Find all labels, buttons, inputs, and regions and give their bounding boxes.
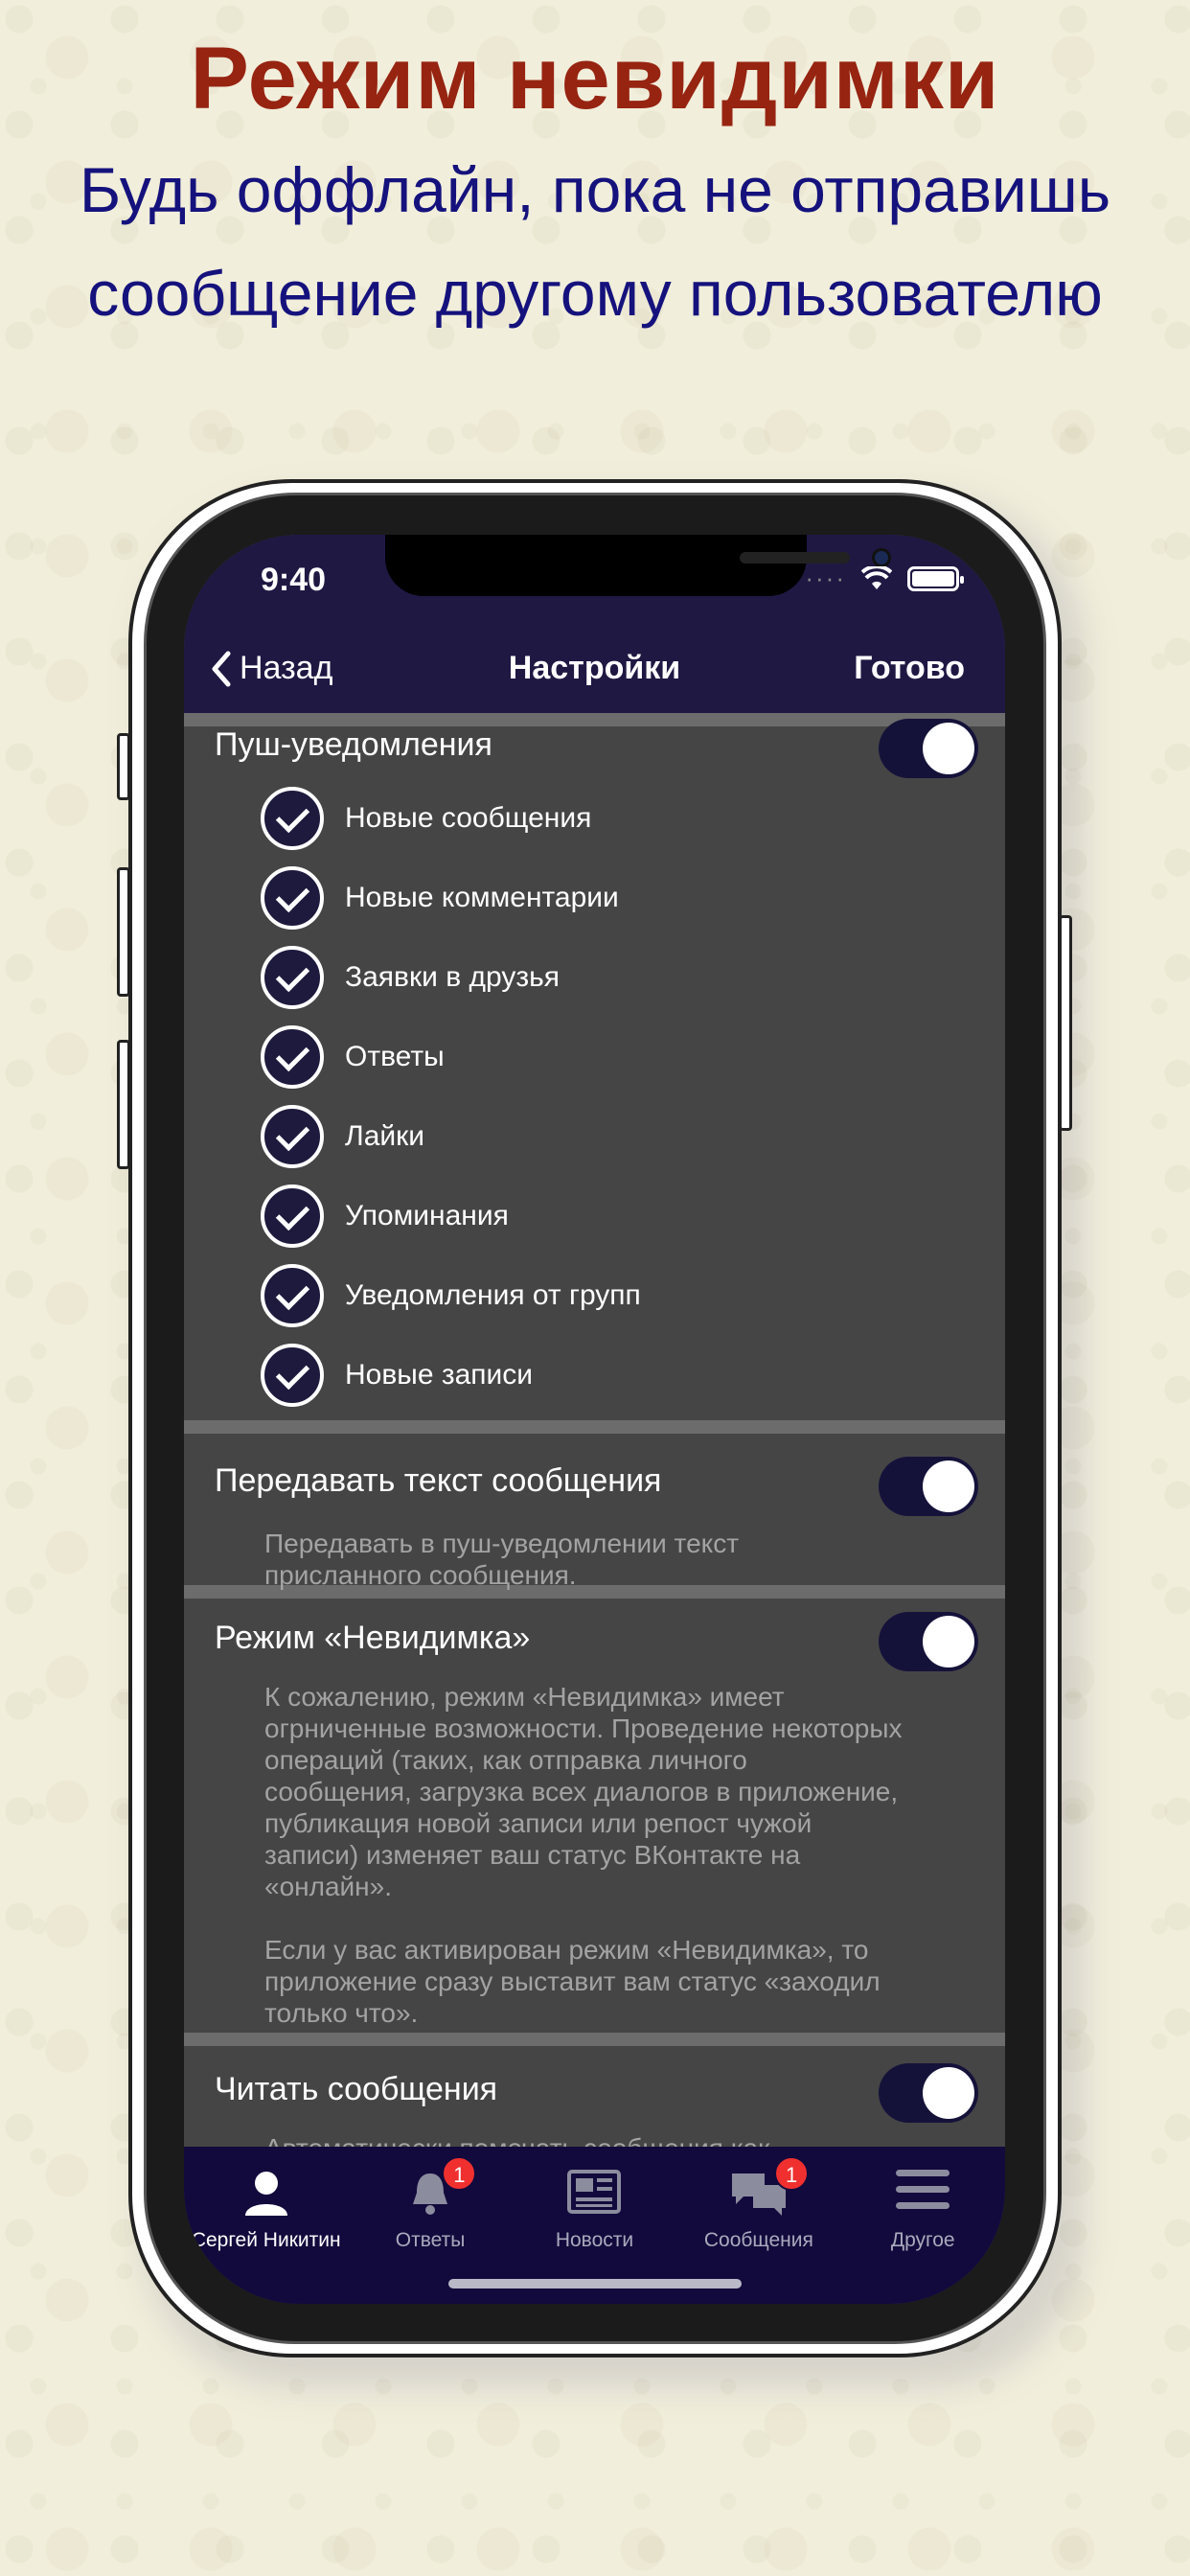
newspaper-icon [513, 2168, 676, 2221]
read-desc: Автоматически помечать сообщения как [264, 2132, 769, 2147]
phone-volume-down [117, 1040, 130, 1169]
push-checklist: Новые сообщения Новые комментарии Заявки… [184, 778, 1005, 1414]
push-section: Пуш-уведомления Новые сообщения Новые ко… [184, 719, 1005, 1420]
battery-icon [907, 565, 964, 591]
check-row[interactable]: Заявки в друзья [184, 937, 1005, 1017]
send-text-section: Передавать текст сообщения Передавать в … [184, 1434, 1005, 1590]
notification-badge: 1 [774, 2156, 810, 2191]
home-indicator[interactable] [448, 2279, 742, 2288]
phone-volume-up [117, 867, 130, 997]
check-row[interactable]: Упоминания [184, 1176, 1005, 1255]
phone-mute-switch [117, 733, 130, 800]
check-row[interactable]: Новые записи [184, 1335, 1005, 1414]
tab-profile[interactable]: Сергей Никитин [184, 2147, 348, 2304]
checkmark-icon[interactable] [261, 1024, 324, 1089]
check-label: Упоминания [345, 1199, 509, 1231]
nav-bar: Назад Настройки Готово [184, 631, 1005, 711]
tab-other[interactable]: Другое [841, 2147, 1005, 2304]
promo-title: Режим невидимки [190, 30, 1000, 127]
speaker [740, 552, 850, 564]
read-toggle[interactable] [879, 2063, 978, 2123]
checkmark-icon[interactable] [261, 1104, 324, 1168]
invisible-toggle[interactable] [879, 1612, 978, 1671]
check-row[interactable]: Новые сообщения [184, 778, 1005, 858]
push-label: Пуш-уведомления [215, 726, 492, 763]
check-row[interactable]: Ответы [184, 1017, 1005, 1096]
tab-label: Новости [555, 2229, 634, 2251]
invisible-section: Режим «Невидимка» К сожалению, режим «Не… [184, 1598, 1005, 2033]
check-row[interactable]: Уведомления от групп [184, 1255, 1005, 1335]
check-label: Ответы [345, 1040, 445, 1072]
signal-icon: ···· [805, 564, 846, 592]
status-icons: ···· [805, 564, 964, 593]
checkmark-icon[interactable] [261, 945, 324, 1009]
section-separator [184, 713, 1005, 726]
promo-subtitle-line1: Будь оффлайн, пока не отправишь [79, 154, 1111, 225]
send-text-label: Передавать текст сообщения [215, 1462, 662, 1499]
user-icon [184, 2168, 348, 2221]
checkmark-icon[interactable] [261, 1263, 324, 1327]
tab-label: Ответы [395, 2229, 466, 2251]
check-row[interactable]: Новые комментарии [184, 858, 1005, 937]
invisible-desc: К сожалению, режим «Невидимка» имеет огр… [264, 1682, 903, 2028]
wifi-icon [861, 565, 892, 589]
push-toggle[interactable] [879, 719, 978, 778]
bell-icon [348, 2168, 512, 2221]
checkmark-icon[interactable] [261, 1343, 324, 1407]
checkmark-icon[interactable] [261, 1184, 324, 1248]
read-section: Читать сообщения Автоматически помечать … [184, 2046, 1005, 2147]
phone-screen: 9:40 ···· Назад Настройки Готово Пуш-уве… [184, 535, 1005, 2304]
check-label: Лайки [345, 1119, 425, 1152]
send-text-toggle[interactable] [879, 1457, 978, 1516]
tab-label: Сообщения [703, 2229, 813, 2251]
check-label: Новые сообщения [345, 801, 592, 834]
settings-list[interactable]: Пуш-уведомления Новые сообщения Новые ко… [184, 713, 1005, 2147]
check-label: Заявки в друзья [345, 960, 560, 993]
phone-power-button [1059, 915, 1072, 1131]
menu-icon [841, 2168, 1005, 2221]
section-separator [184, 2033, 1005, 2046]
check-label: Новые записи [345, 1358, 534, 1391]
invisible-label: Режим «Невидимка» [215, 1620, 531, 1656]
status-bar: 9:40 ···· Назад Настройки Готово [184, 535, 1005, 713]
tab-label: Сергей Никитин [191, 2229, 341, 2251]
checkmark-icon[interactable] [261, 786, 324, 850]
done-button[interactable]: Готово [854, 650, 965, 687]
chat-bubbles-icon [676, 2168, 840, 2221]
read-label: Читать сообщения [215, 2071, 498, 2107]
check-row[interactable]: Лайки [184, 1096, 1005, 1176]
notch [385, 535, 891, 596]
check-label: Новые комментарии [345, 881, 619, 913]
checkmark-icon[interactable] [261, 865, 324, 930]
check-label: Уведомления от групп [345, 1278, 641, 1311]
send-text-desc: Передавать в пуш-уведомлении текст присл… [264, 1529, 740, 1590]
tab-label: Другое [890, 2229, 955, 2251]
promo-subtitle-line2: сообщение другому пользователю [87, 258, 1103, 329]
section-separator [184, 1420, 1005, 1434]
clock: 9:40 [261, 562, 327, 598]
